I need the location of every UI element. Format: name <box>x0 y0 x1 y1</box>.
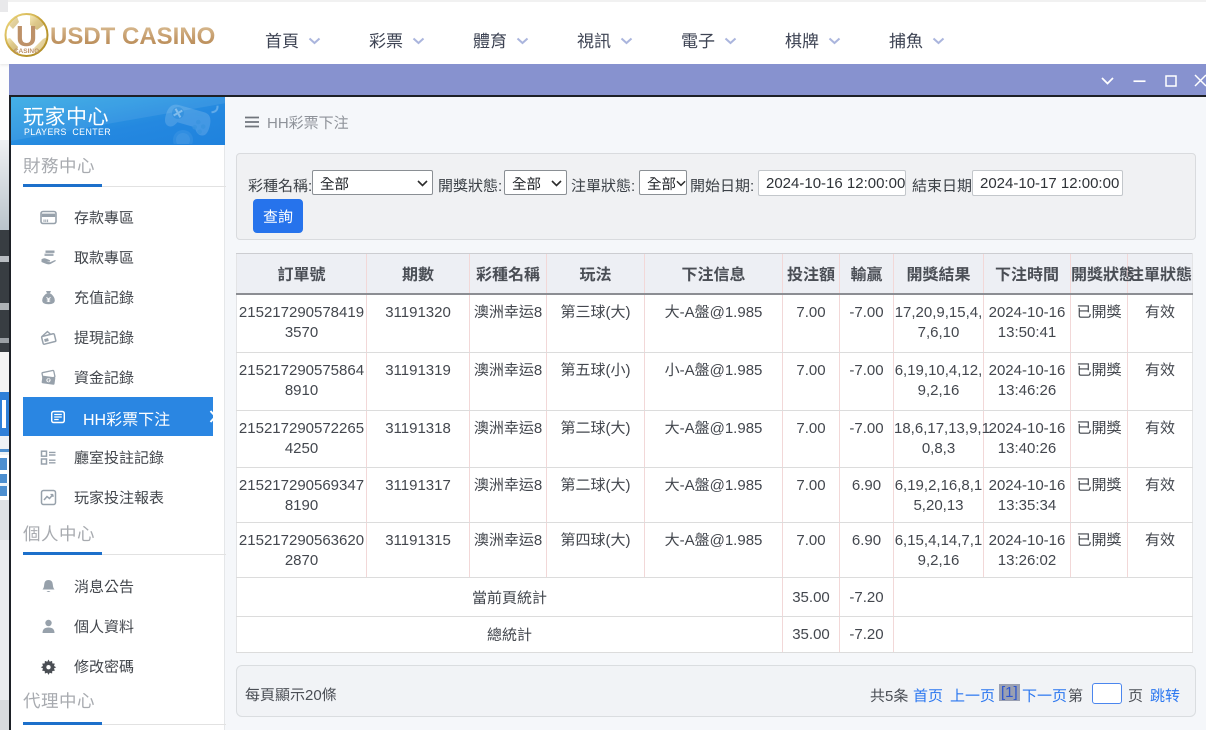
svg-text:CASINO: CASINO <box>14 48 39 55</box>
